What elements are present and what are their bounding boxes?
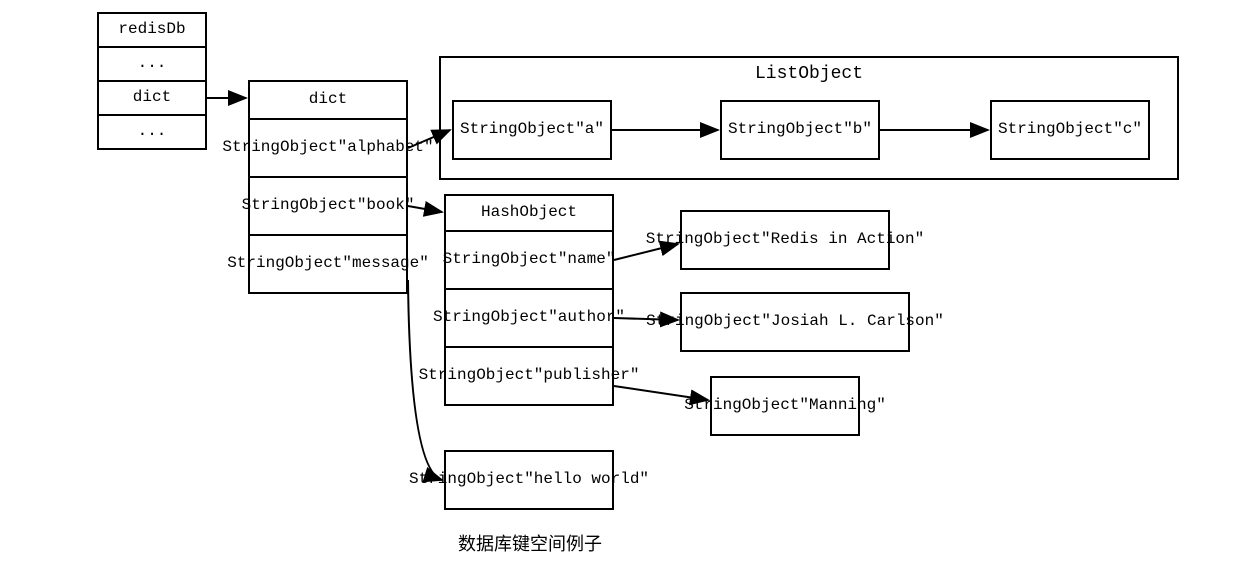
hash-field-publisher: StringObject "publisher" [444, 346, 614, 406]
list-item-b: StringObject "b" [720, 100, 880, 160]
stringobject-label: StringObject [419, 366, 534, 385]
stringobject-value: "b" [843, 120, 872, 139]
stringobject-label: StringObject [222, 138, 337, 157]
stringobject-label: StringObject [684, 396, 799, 415]
hash-value-author: StringObject "Josiah L. Carlson" [680, 292, 910, 352]
redisdb-header: redisDb [97, 12, 207, 48]
stringobject-value: "a" [575, 120, 604, 139]
stringobject-value: "author" [548, 308, 625, 327]
stringobject-value: "message" [342, 254, 428, 273]
stringobject-label: StringObject [460, 120, 575, 139]
hash-value-name: StringObject "Redis in Action" [680, 210, 890, 270]
stringobject-value: "name" [558, 250, 616, 269]
dict-key-alphabet: StringObject "alphabet" [248, 118, 408, 178]
hash-field-name: StringObject "name" [444, 230, 614, 290]
listobject-title: ListObject [441, 64, 1177, 86]
stringobject-value: "Manning" [799, 396, 885, 415]
stringobject-value: "c" [1113, 120, 1142, 139]
stringobject-label: StringObject [998, 120, 1113, 139]
stringobject-value: "hello world" [524, 470, 649, 489]
stringobject-value: "publisher" [534, 366, 640, 385]
stringobject-label: StringObject [646, 230, 761, 249]
message-value: StringObject "hello world" [444, 450, 614, 510]
diagram-caption: 数据库键空间例子 [420, 530, 640, 556]
stringobject-label: StringObject [433, 308, 548, 327]
list-item-c: StringObject "c" [990, 100, 1150, 160]
redisdb-row-dict: dict [97, 80, 207, 116]
redisdb-row-3: ... [97, 114, 207, 150]
dict-key-book: StringObject "book" [248, 176, 408, 236]
dict-key-message: StringObject "message" [248, 234, 408, 294]
list-item-a: StringObject "a" [452, 100, 612, 160]
stringobject-label: StringObject [646, 312, 761, 331]
dict-header: dict [248, 80, 408, 120]
stringobject-label: StringObject [728, 120, 843, 139]
hash-value-publisher: StringObject "Manning" [710, 376, 860, 436]
stringobject-value: "Josiah L. Carlson" [761, 312, 943, 331]
hash-field-author: StringObject "author" [444, 288, 614, 348]
redisdb-row-1: ... [97, 46, 207, 82]
stringobject-label: StringObject [409, 470, 524, 489]
stringobject-label: StringObject [242, 196, 357, 215]
stringobject-value: "Redis in Action" [761, 230, 924, 249]
stringobject-value: "alphabet" [338, 138, 434, 157]
stringobject-label: StringObject [227, 254, 342, 273]
stringobject-value: "book" [357, 196, 415, 215]
hashobject-header: HashObject [444, 194, 614, 232]
stringobject-label: StringObject [443, 250, 558, 269]
